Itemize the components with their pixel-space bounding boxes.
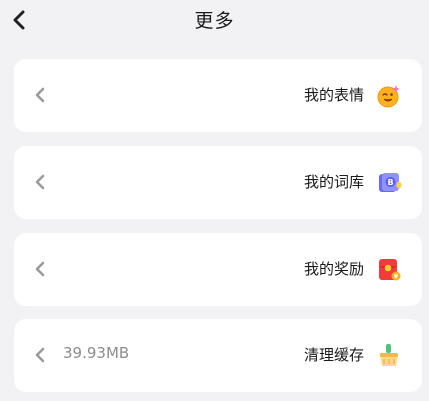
clear-cache-item[interactable]: 39.93MB 清理缓存: [14, 319, 422, 392]
top-bar: 更多: [0, 0, 429, 44]
chevron-left-icon: [35, 174, 45, 190]
chevron-left-icon: [35, 87, 45, 103]
red-envelope-icon: ¥: [379, 259, 401, 281]
my-dictionary-item[interactable]: 我的词库 B: [14, 146, 422, 219]
my-stickers-item[interactable]: 我的表情: [14, 59, 422, 132]
dictionary-icon: B: [379, 173, 402, 192]
item-label: 清理缓存: [303, 346, 364, 364]
item-label: 我的表情: [303, 86, 364, 104]
emoji-sticker-icon: [377, 85, 400, 108]
item-label: 我的奖励: [303, 260, 364, 278]
item-label: 我的词库: [303, 173, 364, 191]
chevron-left-icon: [35, 261, 45, 277]
cache-size-value: 39.93MB: [63, 344, 130, 362]
chevron-left-icon: [35, 347, 45, 363]
svg-text:B: B: [387, 178, 393, 187]
broom-clean-icon: [380, 344, 398, 366]
page-title: 更多: [194, 10, 235, 32]
my-rewards-item[interactable]: 我的奖励 ¥: [14, 233, 422, 306]
